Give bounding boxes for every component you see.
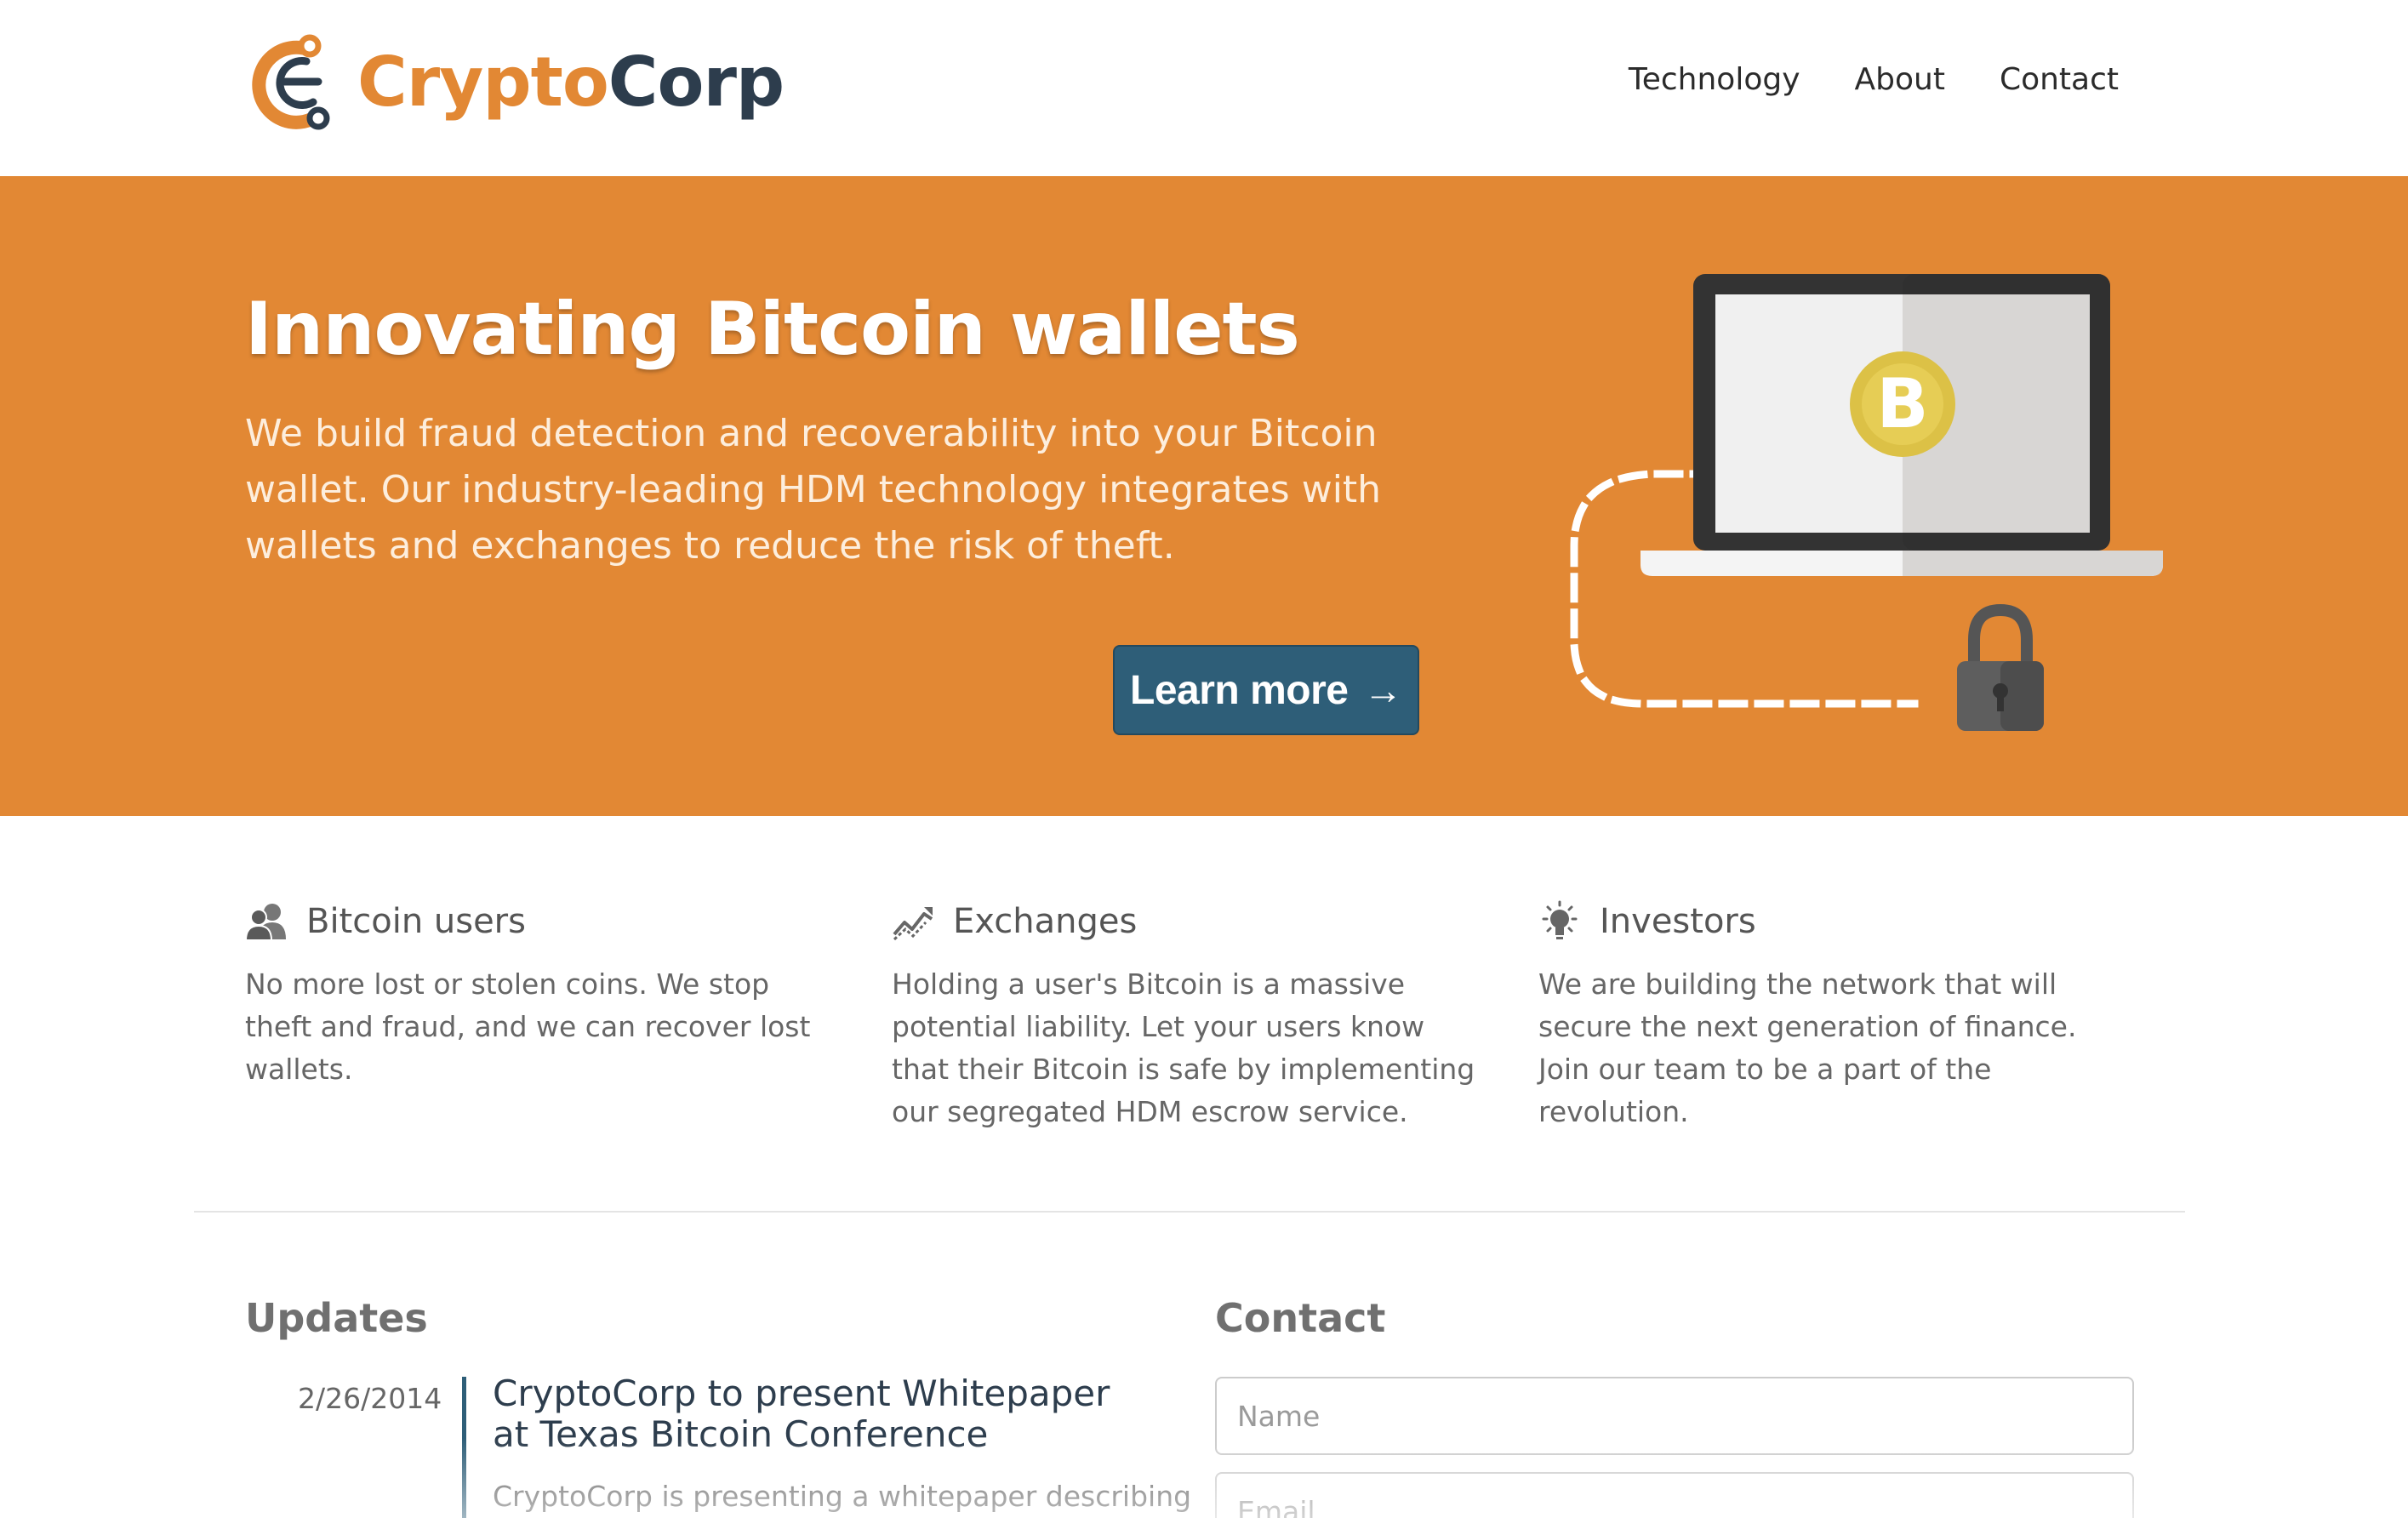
email-field[interactable]	[1215, 1472, 2134, 1518]
laptop-bitcoin-lock-icon: B	[1570, 274, 2163, 731]
section-divider	[194, 1211, 2185, 1213]
updates-heading: Updates	[245, 1295, 428, 1341]
feature-title: Bitcoin users	[306, 902, 526, 941]
feature-investors: Investors We are building the network th…	[1538, 893, 2134, 1133]
nav-about[interactable]: About	[1855, 53, 1945, 107]
feature-description: We are building the network that will se…	[1538, 967, 2077, 1128]
features-row: Bitcoin users No more lost or stolen coi…	[245, 893, 2160, 1149]
feature-description: Holding a user's Bitcoin is a massive po…	[892, 967, 1475, 1128]
feature-heading: Bitcoin users	[245, 893, 841, 950]
name-field[interactable]	[1215, 1377, 2134, 1455]
update-excerpt: CryptoCorp is presenting a whitepaper de…	[493, 1480, 1192, 1513]
main-nav: Technology About Contact	[1629, 53, 2119, 107]
cryptocorp-logo-icon	[252, 34, 330, 130]
learn-more-button[interactable]: Learn more →	[1113, 645, 1419, 735]
contact-heading: Contact	[1215, 1295, 1386, 1341]
logo-text-corp: Corp	[608, 43, 785, 122]
trend-chart-icon	[893, 907, 933, 941]
feature-heading: Investors	[1538, 893, 2134, 950]
hero-description: We build fraud detection and recoverabil…	[245, 412, 1382, 568]
feature-title: Exchanges	[953, 902, 1138, 941]
logo-text-crypto: Crypto	[357, 43, 609, 122]
logo[interactable]: CryptoCorp	[247, 31, 785, 134]
learn-more-label: Learn more	[1130, 667, 1349, 713]
logo-wordmark: CryptoCorp	[357, 49, 785, 117]
update-date: 2/26/2014	[298, 1382, 442, 1415]
feature-title: Investors	[1600, 902, 1756, 941]
feature-description: No more lost or stolen coins. We stop th…	[245, 967, 811, 1086]
nav-contact[interactable]: Contact	[2000, 53, 2119, 107]
arrow-right-icon: →	[1363, 668, 1402, 712]
users-icon	[245, 904, 286, 941]
feature-bitcoin-users: Bitcoin users No more lost or stolen coi…	[245, 893, 841, 1091]
site-header: CryptoCorp Technology About Contact	[0, 0, 2408, 176]
feature-exchanges: Exchanges Holding a user's Bitcoin is a …	[892, 893, 1487, 1133]
update-accent-bar	[462, 1377, 466, 1518]
hero-banner: Innovating Bitcoin wallets We build frau…	[0, 176, 2408, 816]
nav-technology[interactable]: Technology	[1629, 53, 1800, 107]
update-title-link[interactable]: CryptoCorp to present Whitepaper at Texa…	[493, 1373, 1139, 1455]
lightbulb-icon	[1542, 900, 1578, 939]
hero-title: Innovating Bitcoin wallets	[245, 287, 1300, 372]
svg-text:B: B	[1877, 364, 1929, 443]
feature-heading: Exchanges	[892, 893, 1487, 950]
